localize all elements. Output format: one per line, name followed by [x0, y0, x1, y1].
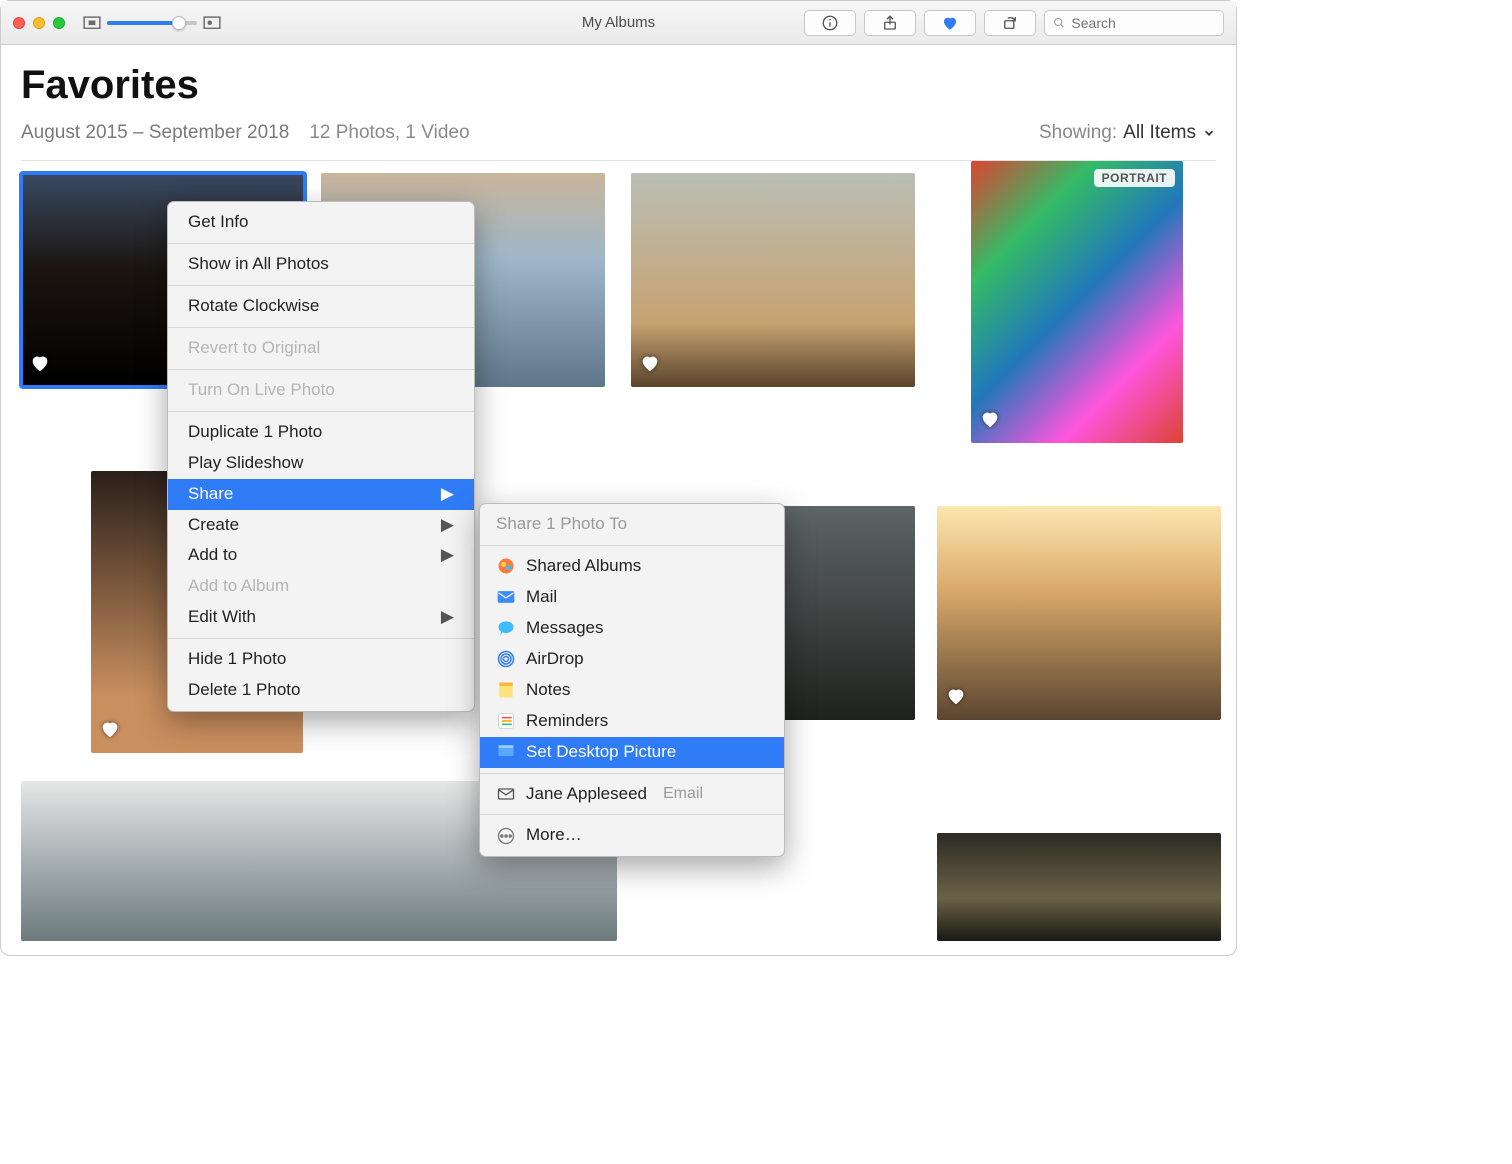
photo-thumb[interactable] [631, 173, 915, 387]
showing-value: All Items [1123, 122, 1196, 144]
shared-albums-icon [496, 556, 516, 576]
more-icon [496, 826, 516, 846]
close-window-button[interactable] [13, 17, 25, 29]
share-airdrop[interactable]: AirDrop [480, 644, 784, 675]
share-button[interactable] [864, 10, 916, 36]
submenu-arrow-icon: ▶ [411, 483, 454, 506]
submenu-header: Share 1 Photo To [480, 509, 784, 540]
contact-type: Email [663, 783, 703, 805]
menu-show-in-all-photos[interactable]: Show in All Photos [168, 249, 474, 280]
page-subheader: August 2015 – September 2018 12 Photos, … [21, 122, 1216, 144]
menu-add-to[interactable]: Add to▶ [168, 540, 474, 571]
airdrop-icon [496, 649, 516, 669]
share-submenu: Share 1 Photo To Shared Albums Mail Mess… [479, 503, 785, 857]
showing-filter[interactable]: Showing: All Items [1039, 122, 1216, 144]
share-more[interactable]: More… [480, 820, 784, 851]
search-input[interactable] [1071, 15, 1215, 31]
item-count: 12 Photos, 1 Video [309, 122, 469, 144]
heart-icon [979, 408, 1001, 435]
submenu-arrow-icon: ▶ [411, 544, 454, 567]
chevron-down-icon [1202, 126, 1216, 140]
heart-icon [99, 718, 121, 745]
showing-label: Showing: [1039, 122, 1117, 144]
menu-separator [168, 638, 474, 639]
photo-thumb[interactable] [937, 506, 1221, 720]
menu-separator [168, 285, 474, 286]
thumbnail-zoom-control[interactable] [83, 16, 221, 30]
share-messages[interactable]: Messages [480, 613, 784, 644]
photo-thumb[interactable] [937, 833, 1221, 941]
share-shared-albums[interactable]: Shared Albums [480, 551, 784, 582]
share-reminders[interactable]: Reminders [480, 706, 784, 737]
menu-add-to-album: Add to Album [168, 571, 474, 602]
menu-hide[interactable]: Hide 1 Photo [168, 644, 474, 675]
search-icon [1053, 16, 1065, 30]
toolbar-right [804, 10, 1224, 36]
info-button[interactable] [804, 10, 856, 36]
heart-icon [29, 352, 51, 379]
share-set-desktop-picture[interactable]: Set Desktop Picture [480, 737, 784, 768]
titlebar: My Albums [1, 1, 1236, 45]
zoom-slider[interactable] [107, 21, 197, 25]
heart-icon [639, 352, 661, 379]
menu-separator [168, 411, 474, 412]
date-range: August 2015 – September 2018 [21, 122, 289, 144]
minimize-window-button[interactable] [33, 17, 45, 29]
search-box[interactable] [1044, 10, 1224, 36]
envelope-icon [496, 784, 516, 804]
menu-separator [168, 369, 474, 370]
mail-icon [496, 587, 516, 607]
share-notes[interactable]: Notes [480, 675, 784, 706]
reminders-icon [496, 711, 516, 731]
notes-icon [496, 680, 516, 700]
menu-play-slideshow[interactable]: Play Slideshow [168, 448, 474, 479]
window-title: My Albums [582, 14, 655, 31]
menu-separator [480, 814, 784, 815]
desktop-picture-icon [496, 742, 516, 762]
favorite-button[interactable] [924, 10, 976, 36]
page-header: Favorites August 2015 – September 2018 1… [1, 45, 1236, 154]
menu-separator [168, 243, 474, 244]
menu-delete[interactable]: Delete 1 Photo [168, 675, 474, 706]
share-mail[interactable]: Mail [480, 582, 784, 613]
menu-rotate-clockwise[interactable]: Rotate Clockwise [168, 291, 474, 322]
submenu-arrow-icon: ▶ [411, 514, 454, 537]
rotate-button[interactable] [984, 10, 1036, 36]
heart-icon [945, 685, 967, 712]
portrait-badge: PORTRAIT [1094, 169, 1175, 187]
traffic-lights [13, 17, 65, 29]
messages-icon [496, 618, 516, 638]
page-title: Favorites [21, 63, 1216, 108]
menu-edit-with[interactable]: Edit With▶ [168, 602, 474, 633]
submenu-arrow-icon: ▶ [411, 606, 454, 629]
menu-share[interactable]: Share▶ [168, 479, 474, 510]
menu-revert-to-original: Revert to Original [168, 333, 474, 364]
photo-grid: PORTRAIT Get Info Show in All Photos Rot… [1, 161, 1236, 193]
share-contact[interactable]: Jane AppleseedEmail [480, 779, 784, 810]
menu-separator [168, 327, 474, 328]
context-menu: Get Info Show in All Photos Rotate Clock… [167, 201, 475, 712]
menu-separator [480, 773, 784, 774]
menu-create[interactable]: Create▶ [168, 510, 474, 541]
maximize-window-button[interactable] [53, 17, 65, 29]
zoom-large-icon [203, 16, 221, 30]
menu-turn-on-live-photo: Turn On Live Photo [168, 375, 474, 406]
menu-duplicate[interactable]: Duplicate 1 Photo [168, 417, 474, 448]
photo-thumb[interactable]: PORTRAIT [971, 161, 1183, 443]
menu-separator [480, 545, 784, 546]
zoom-small-icon [83, 16, 101, 30]
menu-get-info[interactable]: Get Info [168, 207, 474, 238]
